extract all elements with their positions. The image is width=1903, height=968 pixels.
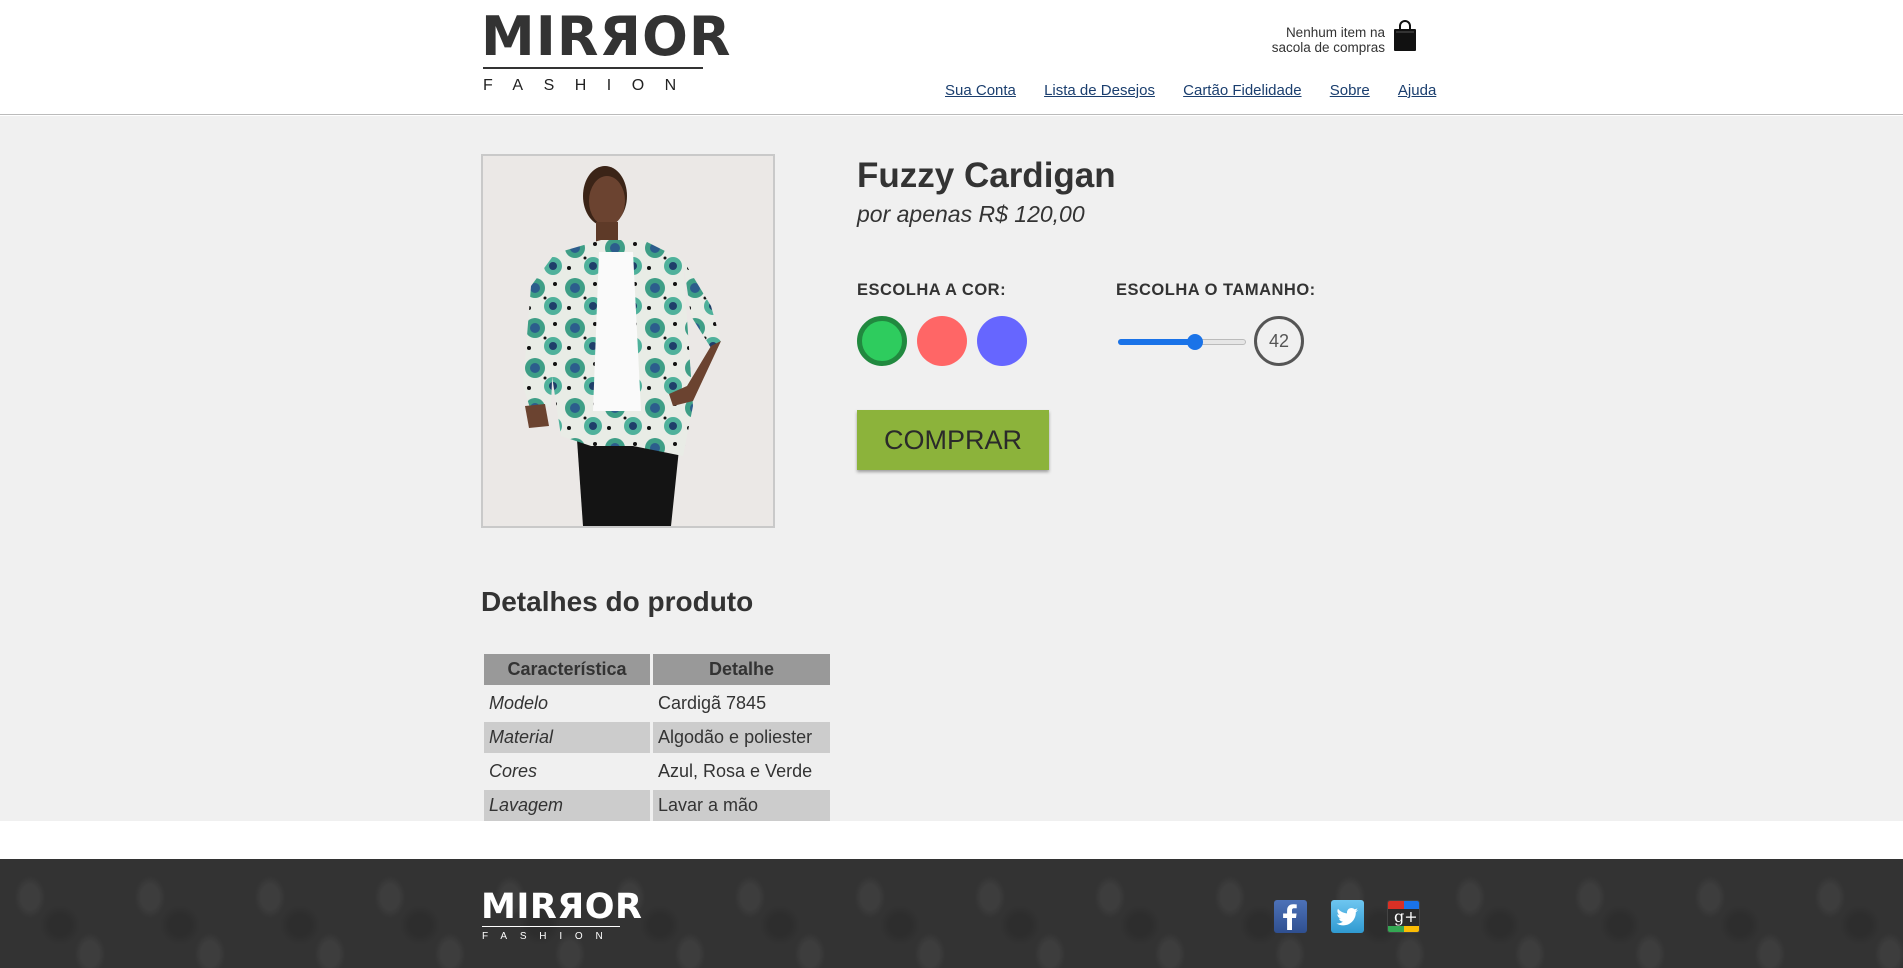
shopping-bag-icon[interactable] <box>1392 20 1418 52</box>
top-navigation: Sua Conta Lista de Desejos Cartão Fideli… <box>945 82 1436 99</box>
row-key: Modelo <box>489 693 549 713</box>
size-slider-thumb[interactable] <box>1186 334 1203 350</box>
mirror-fashion-logo[interactable]: MIRЯOR FASHION <box>481 8 730 96</box>
color-swatch-red[interactable] <box>917 316 967 366</box>
cart-status-line2: sacola de compras <box>1271 40 1385 55</box>
row-value: Algodão e poliester <box>653 722 830 753</box>
row-key: Lavagem <box>484 790 650 821</box>
color-option-label: ESCOLHA A COR: <box>857 281 1007 299</box>
nav-link-cartao-fidelidade[interactable]: Cartão Fidelidade <box>1183 82 1301 99</box>
product-details-table: Característica Detalhe Modelo Cardigã 78… <box>481 651 833 824</box>
color-swatch-blue[interactable] <box>977 316 1027 366</box>
footer-logo[interactable]: MIRЯOR FASHION <box>481 888 642 944</box>
table-row: Material Algodão e poliester <box>484 722 830 753</box>
footer-logo-wordmark: MIRЯOR <box>481 887 643 927</box>
google-plus-icon[interactable]: g+ <box>1387 900 1420 933</box>
logo-divider <box>483 67 703 69</box>
buy-button[interactable]: COMPRAR <box>857 410 1049 470</box>
color-swatch-green[interactable] <box>857 316 907 366</box>
row-value: Lavar a mão <box>653 790 830 821</box>
row-value: Cardigã 7845 <box>658 693 767 713</box>
logo-subtitle: FASHION <box>483 77 697 94</box>
size-option-label: ESCOLHA O TAMANHO: <box>1116 281 1316 299</box>
table-row: Lavagem Lavar a mão <box>484 790 830 821</box>
column-header-detail: Detalhe <box>653 654 830 685</box>
size-value-display: 42 <box>1254 316 1304 366</box>
table-header-row: Característica Detalhe <box>484 654 830 685</box>
row-value: Azul, Rosa e Verde <box>658 761 813 781</box>
logo-wordmark: MIRЯOR <box>481 5 732 68</box>
product-price: por apenas R$ 120,00 <box>857 201 1085 227</box>
shopping-bag[interactable]: Nenhum item na sacola de compras <box>1250 20 1420 57</box>
model-cardigan-image <box>483 156 773 526</box>
table-row: Cores Azul, Rosa e Verde <box>484 756 830 787</box>
facebook-icon[interactable] <box>1274 900 1307 933</box>
row-key: Material <box>484 722 650 753</box>
site-header: MIRЯOR FASHION Nenhum item na sacola de … <box>0 0 1903 115</box>
cart-status: Nenhum item na sacola de compras <box>1245 25 1385 55</box>
cart-status-line1: Nenhum item na <box>1285 25 1385 40</box>
nav-link-ajuda[interactable]: Ajuda <box>1398 82 1436 99</box>
product-page: Fuzzy Cardigan por apenas R$ 120,00 ESCO… <box>0 116 1903 821</box>
twitter-icon[interactable] <box>1331 900 1364 933</box>
product-title: Fuzzy Cardigan <box>857 156 1116 195</box>
nav-link-lista-de-desejos[interactable]: Lista de Desejos <box>1044 82 1155 99</box>
footer-logo-divider <box>482 926 620 927</box>
size-slider[interactable] <box>1118 334 1246 350</box>
nav-link-sua-conta[interactable]: Sua Conta <box>945 82 1016 99</box>
google-plus-glyph: g+ <box>1394 907 1418 926</box>
product-details-heading: Detalhes do produto <box>481 586 754 617</box>
product-photo <box>481 154 775 528</box>
table-row: Modelo Cardigã 7845 <box>484 688 830 719</box>
size-slider-fill <box>1118 339 1195 345</box>
nav-link-sobre[interactable]: Sobre <box>1330 82 1370 99</box>
site-footer: MIRЯOR FASHION g+ <box>0 859 1903 968</box>
column-header-feature: Característica <box>484 654 650 685</box>
row-key: Cores <box>489 761 538 781</box>
footer-logo-subtitle: FASHION <box>482 931 616 942</box>
